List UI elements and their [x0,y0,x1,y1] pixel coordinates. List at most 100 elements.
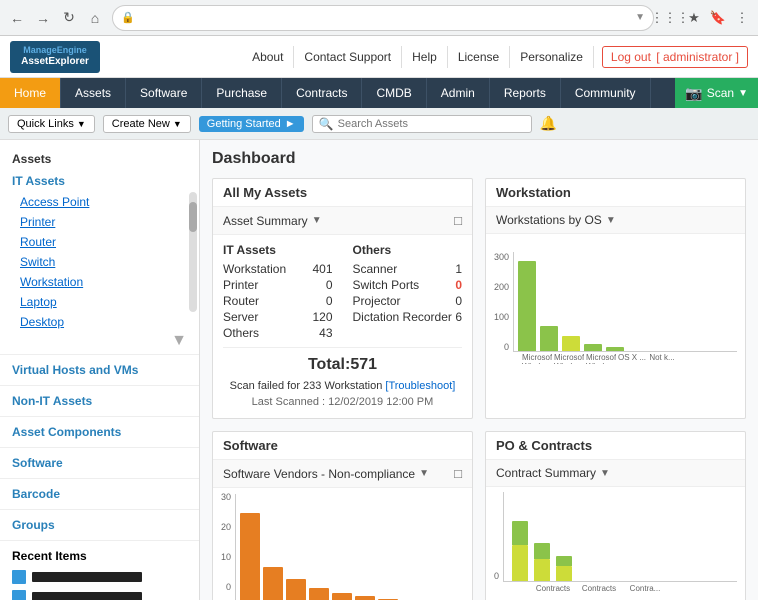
sidebar-barcode[interactable]: Barcode [0,483,199,505]
sw-bar-4 [309,588,329,600]
nav-contracts[interactable]: Contracts [282,78,362,108]
sidebar-software[interactable]: Software [0,452,199,474]
ws-y-axis: 300 200 100 0 [494,252,513,352]
help-link[interactable]: Help [402,46,448,68]
getting-started-label: Getting Started [207,118,281,130]
address-bar[interactable]: 🔒 8080/Asset ▼ [112,5,654,31]
nav-assets[interactable]: Assets [61,78,126,108]
ws-chart-chevron[interactable]: ▼ [606,215,616,226]
ws-chart-bars [513,252,737,352]
back-button[interactable]: ← [6,7,28,29]
ws-x-labels: Microsoft Windows 8.1 Pro Microsoft Wind… [494,354,737,364]
sw-chart-chevron[interactable]: ▼ [419,468,429,479]
sidebar-workstation[interactable]: Workstation [0,272,199,292]
admin-label: [ administrator ] [656,50,739,64]
sidebar-printer[interactable]: Printer [0,212,199,232]
troubleshoot-link[interactable]: [Troubleshoot] [385,380,455,392]
po-y-axis: 0 [494,491,503,581]
sidebar-laptop[interactable]: Laptop [0,292,199,312]
sw-chart-wrapper: 30 20 10 0 [221,492,464,600]
software-card-title: Software [213,432,472,460]
ws-bar-3 [562,336,580,351]
sidebar-desktop[interactable]: Desktop [0,312,199,332]
recent-item-2[interactable] [0,587,199,600]
sidebar-it-assets[interactable]: IT Assets [0,170,199,192]
nav-reports[interactable]: Reports [490,78,561,108]
logout-label: Log out [611,50,651,64]
po-chart-area: Contracts Contracts Contra... [503,492,737,593]
bell-icon[interactable]: 🔔 [540,115,557,132]
asset-summary-chevron[interactable]: ▼ [312,215,322,226]
scan-button[interactable]: 📷 Scan ▼ [675,78,758,108]
sidebar-router[interactable]: Router [0,232,199,252]
sidebar-scrollbar-thumb[interactable] [189,202,197,232]
asset-row-dictation: Dictation Recorder 6 [353,309,463,325]
scanner-value: 1 [455,262,462,276]
po-chart-chevron[interactable]: ▼ [600,468,610,479]
sw-bar-3 [286,579,306,600]
brand-image: ManageEngine AssetExplorer [10,41,100,73]
sidebar-access-point[interactable]: Access Point [0,192,199,212]
search-input[interactable] [338,118,525,130]
extensions-button[interactable]: ⋮⋮⋮ [660,8,680,28]
divider-7 [0,540,199,541]
sidebar-virtual-hosts[interactable]: Virtual Hosts and VMs [0,359,199,381]
create-new-button[interactable]: Create New ▼ [103,115,191,133]
nav-home[interactable]: Home [0,78,61,108]
scroll-down-indicator: ▼ [0,332,199,350]
sidebar-groups[interactable]: Groups [0,514,199,536]
getting-started-button[interactable]: Getting Started ► [199,116,304,132]
po-x-label-3: Contra... [625,584,665,593]
browser-chrome: ← → ↻ ⌂ 🔒 8080/Asset ▼ ⋮⋮⋮ ★ 🔖 ⋮ [0,0,758,36]
home-button[interactable]: ⌂ [84,7,106,29]
ws-label-4: OS X ... [618,354,646,364]
printer-label: Printer [223,278,258,292]
po-y-0: 0 [494,571,499,581]
sidebar-switch[interactable]: Switch [0,252,199,272]
projector-value: 0 [455,294,462,308]
url-input[interactable]: 8080/Asset [139,11,631,25]
ws-bar-5-bar [606,347,624,351]
dashboard-grid: All My Assets Asset Summary ▼ □ IT Asset… [212,178,746,600]
logout-button[interactable]: Log out [ administrator ] [602,46,748,68]
contact-support-link[interactable]: Contact Support [294,46,402,68]
ws-label-2: Microsoft Windows 10 Pro [554,354,584,364]
quick-links-button[interactable]: Quick Links ▼ [8,115,95,133]
sidebar-non-it-assets[interactable]: Non-IT Assets [0,390,199,412]
license-link[interactable]: License [448,46,510,68]
nav-purchase[interactable]: Purchase [202,78,282,108]
others-value: 43 [319,326,332,340]
personalize-link[interactable]: Personalize [510,46,594,68]
it-assets-col-title: IT Assets [223,243,333,257]
nav-community[interactable]: Community [561,78,651,108]
po-x-label-2: Contracts [579,584,619,593]
ws-chart-text: Workstations by OS [496,213,602,227]
asset-row-others: Others 43 [223,325,333,341]
asset-row-scanner: Scanner 1 [353,261,463,277]
menu-button[interactable]: ⋮ [732,8,752,28]
about-link[interactable]: About [242,46,294,68]
recent-item-1[interactable] [0,567,199,587]
bookmark-button[interactable]: ★ [684,8,704,28]
forward-button[interactable]: → [32,7,54,29]
sw-maximize-icon[interactable]: □ [454,466,462,481]
asset-row-projector: Projector 0 [353,293,463,309]
search-bar[interactable]: 🔍 [312,115,532,133]
asset-row-server: Server 120 [223,309,333,325]
nav-software[interactable]: Software [126,78,202,108]
po-chart-bars [503,492,737,582]
nav-cmdb[interactable]: CMDB [362,78,426,108]
workstation-label: Workstation [223,262,286,276]
po-group-1 [512,521,528,581]
dictation-label: Dictation Recorder [353,310,452,324]
sidebar: Assets IT Assets Access Point Printer Ro… [0,140,200,600]
sidebar-asset-components[interactable]: Asset Components [0,421,199,443]
bookmark2-button[interactable]: 🔖 [708,8,728,28]
maximize-icon[interactable]: □ [454,213,462,228]
divider-1 [0,354,199,355]
nav-admin[interactable]: Admin [427,78,490,108]
main-nav: Home Assets Software Purchase Contracts … [0,78,758,108]
ws-y-300: 300 [494,252,509,262]
refresh-button[interactable]: ↻ [58,7,80,29]
dropdown-icon[interactable]: ▼ [635,12,645,23]
